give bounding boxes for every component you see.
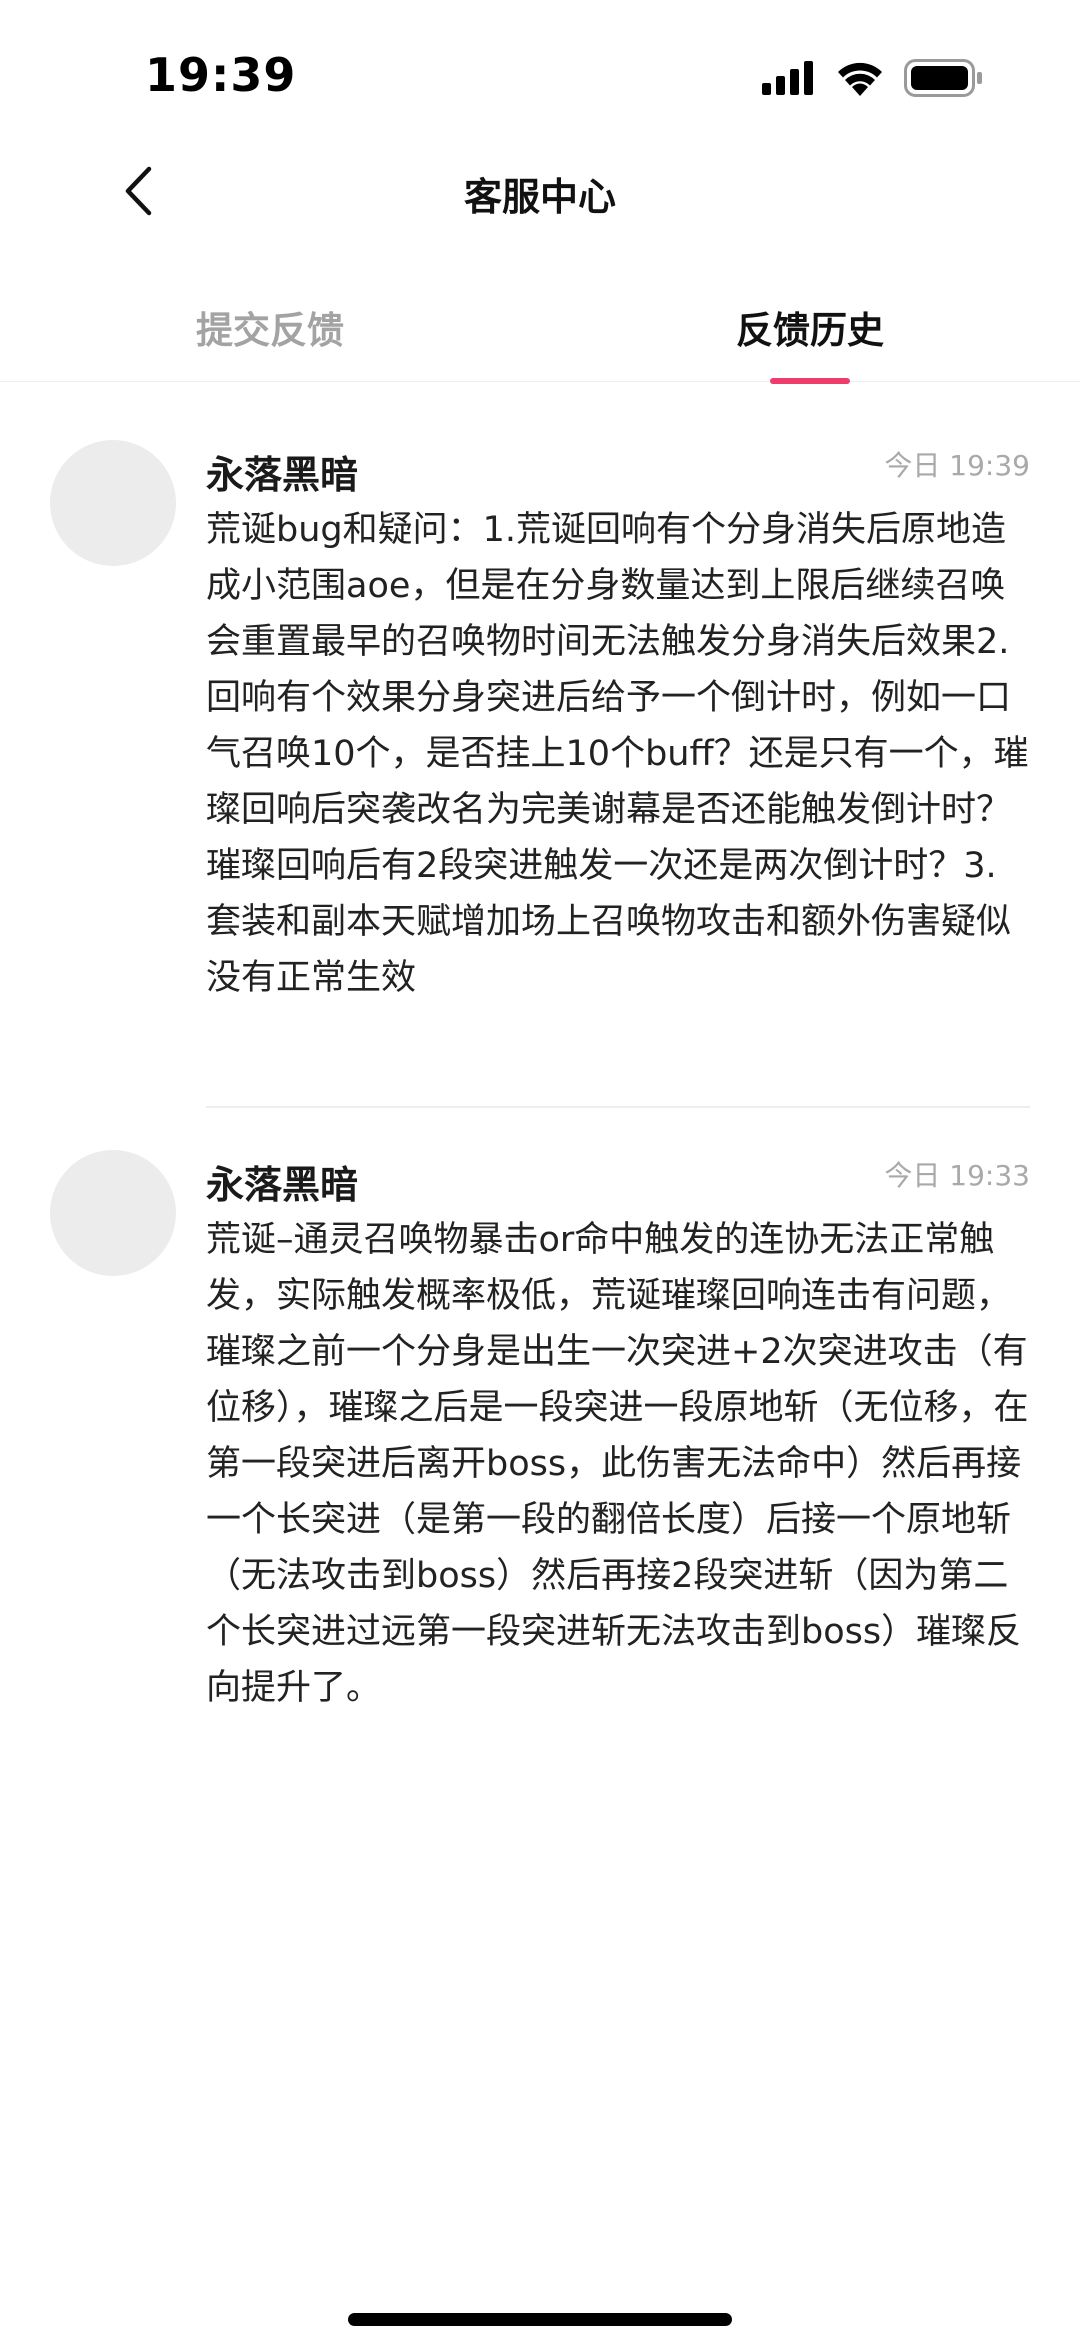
tab-label: 提交反馈: [196, 309, 344, 352]
customer-service-screen: 19:39 客服中心 提交反馈 反馈历史 永落黑暗 今日 19:39 荒诞bug…: [0, 0, 1080, 2347]
divider: [206, 1106, 1030, 1108]
feedback-content: 荒诞–通灵召唤物暴击or命中触发的连协无法正常触发，实际触发概率极低，荒诞璀璨回…: [206, 1220, 1029, 1708]
battery-icon: [904, 59, 984, 97]
feedback-timestamp: 今日 19:33: [884, 1159, 1030, 1192]
status-bar: 19:39: [0, 0, 1080, 150]
tab-submit-feedback[interactable]: 提交反馈: [90, 290, 450, 382]
avatar: [50, 1150, 176, 1276]
page-title: 客服中心: [463, 175, 616, 219]
feedback-item-header: 永落黑暗 今日 19:33: [206, 1150, 1030, 1210]
status-icons: [762, 55, 984, 101]
feedback-user-name: 永落黑暗: [206, 453, 359, 497]
avatar: [50, 440, 176, 566]
tab-bar: 提交反馈 反馈历史: [0, 290, 1080, 384]
feedback-timestamp: 今日 19:39: [884, 449, 1030, 482]
active-tab-indicator: [770, 378, 850, 384]
feedback-user-name: 永落黑暗: [206, 1163, 359, 1207]
feedback-content: 荒诞bug和疑问：1.荒诞回响有个分身消失后原地造成小范围aoe，但是在分身数量…: [206, 510, 1029, 998]
home-indicator[interactable]: [348, 2313, 732, 2326]
tab-label: 反馈历史: [736, 309, 884, 352]
feedback-item[interactable]: 永落黑暗 今日 19:33 荒诞–通灵召唤物暴击or命中触发的连协无法正常触发，…: [0, 1150, 1080, 1850]
cellular-signal-icon: [762, 61, 816, 95]
status-time: 19:39: [145, 48, 297, 102]
feedback-item-header: 永落黑暗 今日 19:39: [206, 440, 1030, 500]
nav-bar: 客服中心: [0, 150, 1080, 234]
feedback-history-list: 永落黑暗 今日 19:39 荒诞bug和疑问：1.荒诞回响有个分身消失后原地造成…: [0, 440, 1080, 1708]
tab-feedback-history[interactable]: 反馈历史: [630, 290, 990, 384]
feedback-item[interactable]: 永落黑暗 今日 19:39 荒诞bug和疑问：1.荒诞回响有个分身消失后原地造成…: [0, 440, 1080, 1140]
wifi-icon: [836, 60, 884, 96]
